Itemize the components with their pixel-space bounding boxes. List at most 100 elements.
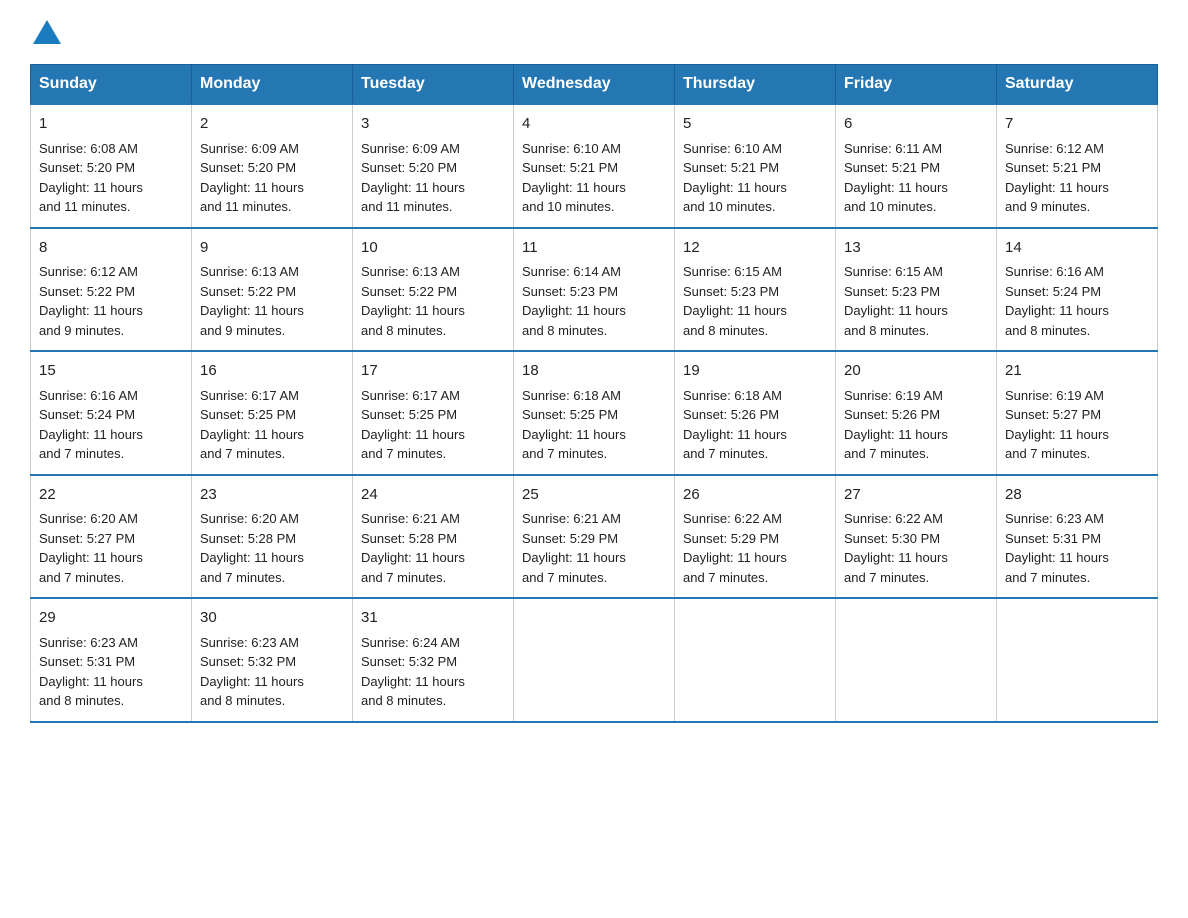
calendar-cell: 6Sunrise: 6:11 AMSunset: 5:21 PMDaylight… bbox=[836, 104, 997, 228]
daylight-minutes: and 8 minutes. bbox=[683, 323, 768, 338]
daylight-minutes: and 10 minutes. bbox=[522, 199, 615, 214]
sunset-label: Sunset: 5:25 PM bbox=[522, 407, 618, 422]
daylight-minutes: and 7 minutes. bbox=[39, 446, 124, 461]
sunset-label: Sunset: 5:23 PM bbox=[683, 284, 779, 299]
sunrise-label: Sunrise: 6:18 AM bbox=[683, 388, 782, 403]
calendar-cell bbox=[514, 598, 675, 722]
sunrise-label: Sunrise: 6:16 AM bbox=[39, 388, 138, 403]
day-number: 27 bbox=[844, 484, 988, 507]
daylight-minutes: and 7 minutes. bbox=[361, 446, 446, 461]
calendar-cell: 23Sunrise: 6:20 AMSunset: 5:28 PMDayligh… bbox=[192, 475, 353, 599]
sunrise-label: Sunrise: 6:20 AM bbox=[39, 511, 138, 526]
daylight-minutes: and 10 minutes. bbox=[683, 199, 776, 214]
calendar-cell: 16Sunrise: 6:17 AMSunset: 5:25 PMDayligh… bbox=[192, 351, 353, 475]
daylight-minutes: and 7 minutes. bbox=[1005, 446, 1090, 461]
day-number: 13 bbox=[844, 237, 988, 260]
daylight-minutes: and 7 minutes. bbox=[844, 570, 929, 585]
daylight-minutes: and 7 minutes. bbox=[39, 570, 124, 585]
sunset-label: Sunset: 5:25 PM bbox=[361, 407, 457, 422]
calendar-cell bbox=[675, 598, 836, 722]
daylight-minutes: and 7 minutes. bbox=[683, 570, 768, 585]
calendar-cell: 14Sunrise: 6:16 AMSunset: 5:24 PMDayligh… bbox=[997, 228, 1158, 352]
calendar-cell: 3Sunrise: 6:09 AMSunset: 5:20 PMDaylight… bbox=[353, 104, 514, 228]
sunset-label: Sunset: 5:25 PM bbox=[200, 407, 296, 422]
day-number: 16 bbox=[200, 360, 344, 383]
calendar-cell: 17Sunrise: 6:17 AMSunset: 5:25 PMDayligh… bbox=[353, 351, 514, 475]
daylight-label: Daylight: 11 hours bbox=[844, 180, 948, 195]
sunrise-label: Sunrise: 6:10 AM bbox=[683, 141, 782, 156]
sunset-label: Sunset: 5:20 PM bbox=[361, 160, 457, 175]
day-number: 2 bbox=[200, 113, 344, 136]
daylight-minutes: and 11 minutes. bbox=[361, 199, 453, 214]
day-number: 29 bbox=[39, 607, 183, 630]
sunset-label: Sunset: 5:29 PM bbox=[522, 531, 618, 546]
day-number: 8 bbox=[39, 237, 183, 260]
sunrise-label: Sunrise: 6:18 AM bbox=[522, 388, 621, 403]
day-number: 1 bbox=[39, 113, 183, 136]
daylight-label: Daylight: 11 hours bbox=[39, 303, 143, 318]
sunrise-label: Sunrise: 6:20 AM bbox=[200, 511, 299, 526]
sunset-label: Sunset: 5:23 PM bbox=[522, 284, 618, 299]
week-row-5: 29Sunrise: 6:23 AMSunset: 5:31 PMDayligh… bbox=[31, 598, 1158, 722]
sunrise-label: Sunrise: 6:21 AM bbox=[522, 511, 621, 526]
day-number: 17 bbox=[361, 360, 505, 383]
sunset-label: Sunset: 5:21 PM bbox=[683, 160, 779, 175]
calendar-cell: 24Sunrise: 6:21 AMSunset: 5:28 PMDayligh… bbox=[353, 475, 514, 599]
sunrise-label: Sunrise: 6:16 AM bbox=[1005, 264, 1104, 279]
calendar-cell: 22Sunrise: 6:20 AMSunset: 5:27 PMDayligh… bbox=[31, 475, 192, 599]
week-row-3: 15Sunrise: 6:16 AMSunset: 5:24 PMDayligh… bbox=[31, 351, 1158, 475]
day-number: 9 bbox=[200, 237, 344, 260]
daylight-minutes: and 8 minutes. bbox=[1005, 323, 1090, 338]
calendar-cell: 26Sunrise: 6:22 AMSunset: 5:29 PMDayligh… bbox=[675, 475, 836, 599]
daylight-label: Daylight: 11 hours bbox=[1005, 303, 1109, 318]
calendar-cell: 11Sunrise: 6:14 AMSunset: 5:23 PMDayligh… bbox=[514, 228, 675, 352]
sunset-label: Sunset: 5:29 PM bbox=[683, 531, 779, 546]
header-day-monday: Monday bbox=[192, 65, 353, 105]
header-day-wednesday: Wednesday bbox=[514, 65, 675, 105]
daylight-label: Daylight: 11 hours bbox=[200, 303, 304, 318]
sunset-label: Sunset: 5:22 PM bbox=[39, 284, 135, 299]
sunset-label: Sunset: 5:22 PM bbox=[200, 284, 296, 299]
calendar-cell: 7Sunrise: 6:12 AMSunset: 5:21 PMDaylight… bbox=[997, 104, 1158, 228]
calendar-cell: 10Sunrise: 6:13 AMSunset: 5:22 PMDayligh… bbox=[353, 228, 514, 352]
sunrise-label: Sunrise: 6:19 AM bbox=[844, 388, 943, 403]
day-number: 21 bbox=[1005, 360, 1149, 383]
sunrise-label: Sunrise: 6:15 AM bbox=[683, 264, 782, 279]
sunset-label: Sunset: 5:27 PM bbox=[1005, 407, 1101, 422]
daylight-label: Daylight: 11 hours bbox=[200, 550, 304, 565]
header bbox=[30, 20, 1158, 44]
sunrise-label: Sunrise: 6:23 AM bbox=[1005, 511, 1104, 526]
daylight-label: Daylight: 11 hours bbox=[361, 550, 465, 565]
daylight-minutes: and 7 minutes. bbox=[200, 570, 285, 585]
day-number: 19 bbox=[683, 360, 827, 383]
daylight-minutes: and 8 minutes. bbox=[39, 693, 124, 708]
sunrise-label: Sunrise: 6:23 AM bbox=[200, 635, 299, 650]
daylight-minutes: and 7 minutes. bbox=[522, 446, 607, 461]
daylight-label: Daylight: 11 hours bbox=[1005, 550, 1109, 565]
day-number: 15 bbox=[39, 360, 183, 383]
sunset-label: Sunset: 5:28 PM bbox=[200, 531, 296, 546]
header-day-friday: Friday bbox=[836, 65, 997, 105]
day-number: 4 bbox=[522, 113, 666, 136]
sunrise-label: Sunrise: 6:12 AM bbox=[1005, 141, 1104, 156]
daylight-minutes: and 7 minutes. bbox=[683, 446, 768, 461]
header-day-tuesday: Tuesday bbox=[353, 65, 514, 105]
sunrise-label: Sunrise: 6:12 AM bbox=[39, 264, 138, 279]
daylight-label: Daylight: 11 hours bbox=[200, 180, 304, 195]
sunrise-label: Sunrise: 6:22 AM bbox=[683, 511, 782, 526]
sunrise-label: Sunrise: 6:09 AM bbox=[200, 141, 299, 156]
calendar-cell: 29Sunrise: 6:23 AMSunset: 5:31 PMDayligh… bbox=[31, 598, 192, 722]
daylight-label: Daylight: 11 hours bbox=[39, 427, 143, 442]
logo-triangle-icon bbox=[33, 20, 61, 44]
sunrise-label: Sunrise: 6:19 AM bbox=[1005, 388, 1104, 403]
daylight-label: Daylight: 11 hours bbox=[200, 427, 304, 442]
daylight-minutes: and 7 minutes. bbox=[1005, 570, 1090, 585]
sunset-label: Sunset: 5:24 PM bbox=[1005, 284, 1101, 299]
calendar-cell: 28Sunrise: 6:23 AMSunset: 5:31 PMDayligh… bbox=[997, 475, 1158, 599]
sunset-label: Sunset: 5:27 PM bbox=[39, 531, 135, 546]
calendar-cell: 31Sunrise: 6:24 AMSunset: 5:32 PMDayligh… bbox=[353, 598, 514, 722]
daylight-label: Daylight: 11 hours bbox=[844, 427, 948, 442]
daylight-label: Daylight: 11 hours bbox=[522, 427, 626, 442]
sunrise-label: Sunrise: 6:08 AM bbox=[39, 141, 138, 156]
sunset-label: Sunset: 5:20 PM bbox=[39, 160, 135, 175]
